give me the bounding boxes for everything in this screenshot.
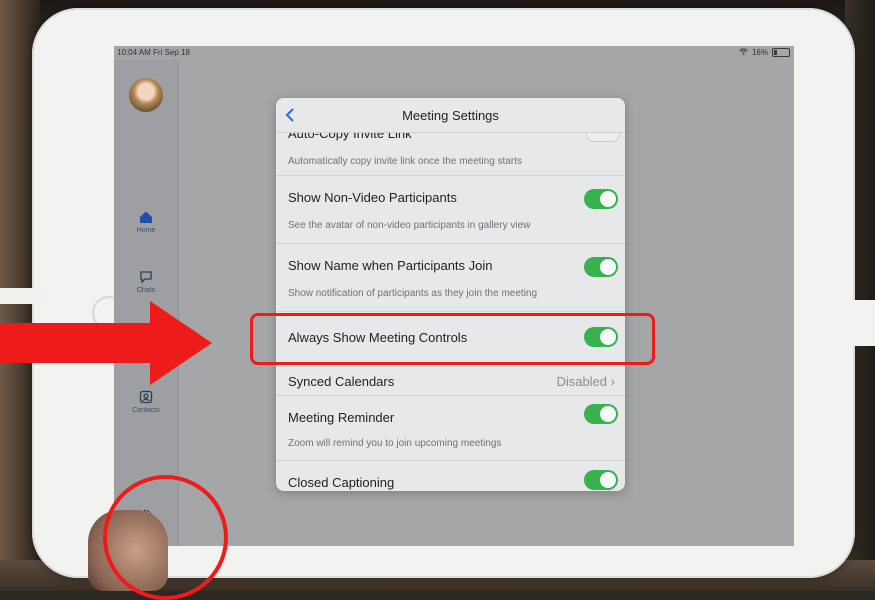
sidebar-item-chats[interactable]: Chats — [114, 270, 178, 294]
setting-description: Zoom will remind you to join upcoming me… — [288, 438, 502, 449]
setting-label: Show Non-Video Participants — [288, 190, 457, 205]
meeting-settings-modal: Auto-Copy Invite Link Meeting Settings A… — [276, 98, 625, 491]
avatar[interactable] — [129, 78, 163, 112]
setting-label: Synced Calendars — [288, 374, 395, 389]
setting-description: Show notification of participants as the… — [288, 288, 538, 299]
setting-label: Show Name when Participants Join — [288, 258, 493, 273]
divider — [276, 243, 625, 244]
sidebar-item-label: Home — [136, 227, 156, 234]
setting-label: Meeting Reminder — [288, 410, 395, 425]
divider — [276, 311, 625, 312]
home-icon — [140, 211, 152, 223]
status-indicators: 16% — [739, 48, 790, 57]
modal-header: Meeting Settings — [276, 98, 625, 133]
status-bar: 10:04 AM Fri Sep 18 16% — [114, 46, 794, 60]
status-date-text: Fri Sep 18 — [153, 48, 190, 57]
highlight-box-annotation — [250, 313, 655, 365]
cable-right — [851, 300, 875, 346]
contacts-icon — [139, 390, 153, 404]
sidebar-item-contacts[interactable]: Contacts — [114, 390, 178, 414]
ipad-screen: 10:04 AM Fri Sep 18 16% Home Chats Conta… — [114, 46, 794, 546]
chevron-right-icon: › — [610, 374, 615, 389]
meeting-reminder-toggle[interactable] — [584, 404, 618, 424]
divider — [276, 460, 625, 461]
battery-percent: 16% — [751, 48, 768, 57]
divider — [276, 175, 625, 176]
setting-description: Automatically copy invite link once the … — [288, 156, 522, 167]
status-time: 10:04 AM Fri Sep 18 — [117, 48, 190, 57]
synced-calendars-status: Disabled — [556, 374, 608, 389]
modal-title: Meeting Settings — [402, 108, 499, 123]
status-time-text: 10:04 AM — [117, 48, 151, 57]
non-video-toggle[interactable] — [584, 189, 618, 209]
arrow-annotation-icon — [0, 301, 212, 385]
setting-description: See the avatar of non-video participants… — [288, 220, 531, 231]
wifi-icon — [739, 48, 748, 57]
closed-captioning-toggle[interactable] — [584, 470, 618, 490]
show-name-toggle[interactable] — [584, 257, 618, 277]
battery-icon — [772, 48, 790, 57]
chat-icon — [140, 271, 152, 284]
circle-annotation — [103, 475, 228, 600]
synced-calendars-value: Disabled › — [556, 374, 615, 389]
sidebar-item-label: Chats — [136, 287, 156, 294]
setting-label: Closed Captioning — [288, 475, 395, 490]
sidebar-item-home[interactable]: Home — [114, 210, 178, 234]
divider — [276, 395, 625, 396]
sidebar-item-label: Contacts — [132, 407, 160, 414]
